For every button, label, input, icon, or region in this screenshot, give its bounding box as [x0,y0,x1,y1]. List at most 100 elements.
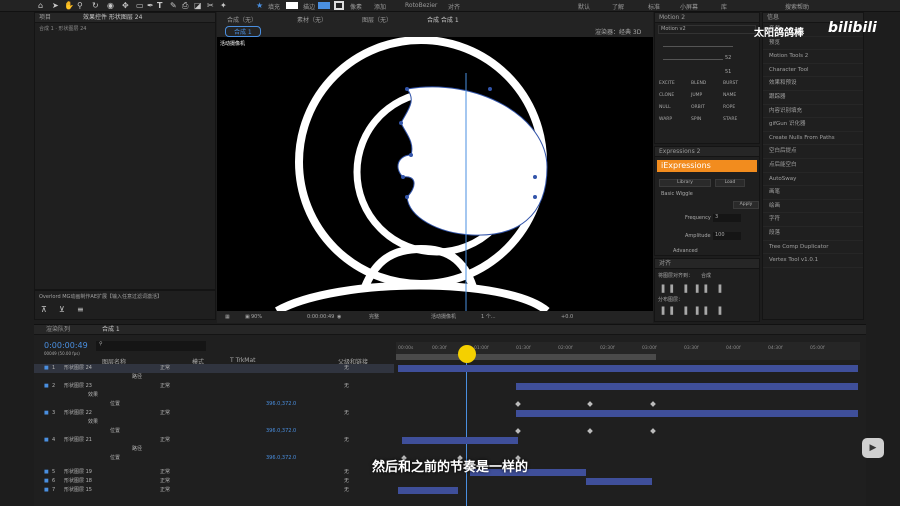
panel-content-aware[interactable]: 内容识别填充 [763,105,863,119]
panel-autosway[interactable]: AutoSway [763,173,863,187]
hand-tool-icon[interactable]: ✋ [64,1,74,10]
layer-bar-2[interactable] [516,383,858,390]
panel-character[interactable]: 字符 [763,213,863,227]
motion-version-select[interactable]: Motion v2 [658,25,756,34]
puppet-tool-icon[interactable]: ✦ [220,1,227,10]
search-help[interactable]: 搜索帮助 [785,2,809,11]
panel-null-button-2[interactable]: 点后能空白 [763,159,863,173]
layer-row-1-path[interactable]: 路径 [34,373,394,382]
tab-library[interactable]: Library [659,179,711,187]
layer-row-2-effects[interactable]: 效果 [34,391,394,400]
viewer-timecode[interactable]: 0:00:00:49 [307,311,334,323]
motion-btn-jump[interactable]: JUMP [691,93,723,98]
layer-row-1[interactable]: ■ 1 形状图层 24 正常无 [34,364,394,373]
motion-btn-burst[interactable]: BURST [723,81,755,86]
align-buttons[interactable]: ▐▌▐▐▌▐ [659,285,727,293]
pen-tool-icon[interactable]: ✒ [147,1,154,10]
panel-paragraph[interactable]: 段落 [763,227,863,241]
pan-tool-icon[interactable]: ✥ [122,1,129,10]
layer-row-3-effects[interactable]: 效果 [34,418,394,427]
star-icon[interactable]: ★ [256,1,263,10]
layer-bar-1[interactable] [398,365,858,372]
views-select[interactable]: 1 个... [481,311,496,323]
motion-value-1[interactable]: 52 [725,55,731,61]
tab-comp-none[interactable]: 合成（无） [227,15,257,24]
snapshot-icon[interactable]: ◉ [337,311,341,323]
layer-bar-6[interactable] [586,478,652,485]
apply-button[interactable]: Apply [733,201,759,209]
fill-swatch[interactable] [286,2,298,9]
motion-slider-1[interactable] [663,46,733,47]
quality-select[interactable]: 完整 [369,311,379,323]
motion-slider-2[interactable] [663,59,723,60]
distribute-buttons[interactable]: ▐▌▐▐▌▐ [659,307,727,315]
playhead-marker[interactable] [458,345,476,363]
align-target-select[interactable]: 合成 [701,272,711,279]
snap-label[interactable]: 对齐 [448,2,460,11]
rotate-tool-icon[interactable]: ↻ [92,1,99,10]
home-icon[interactable]: ⌂ [38,1,43,10]
zoom-select[interactable]: 90% [251,311,262,323]
camera-tool-icon[interactable]: ◉ [107,1,114,10]
text-tool-icon[interactable]: T [157,1,162,10]
timeline-search[interactable]: ⚲ [96,341,206,351]
panel-paint[interactable]: 绘画 [763,200,863,214]
motion-btn-spin[interactable]: SPIN [691,117,723,122]
rotobezier-label[interactable]: RotoBezier [405,2,437,9]
camera-select[interactable]: 活动摄像机 [431,311,456,323]
selection-tool-icon[interactable]: ➤ [52,1,59,10]
overlord-push-icon[interactable]: ⊼ [41,305,47,314]
overlord-pull-icon[interactable]: ⊻ [59,305,65,314]
layer-row-3[interactable]: ■ 3 形状图层 22 正常无 [34,409,394,418]
workspace-library[interactable]: 库 [721,2,727,11]
advanced-label[interactable]: Advanced [673,248,698,254]
layer-bar-3[interactable] [516,410,858,417]
motion-value-2[interactable]: 51 [725,69,731,75]
motion-btn-name[interactable]: NAME [723,93,755,98]
workspace-learn[interactable]: 了解 [612,2,624,11]
tab-comp[interactable]: 合成 合成 1 [427,15,459,24]
roto-tool-icon[interactable]: ✂ [207,1,214,10]
workspace-standard[interactable]: 标准 [648,2,660,11]
frequency-input[interactable]: 3 [713,214,741,222]
stamp-tool-icon[interactable]: ⎙ [182,1,188,11]
layer-row-6[interactable]: ■ 6 形状图层 18 正常无 [34,477,394,486]
panel-brush[interactable]: 画笔 [763,186,863,200]
workspace-default[interactable]: 默认 [578,2,590,11]
tab-project[interactable]: 项目 [39,14,51,21]
motion-btn-warp[interactable]: WARP [659,117,691,129]
panel-character-tool[interactable]: Character Tool [763,64,863,78]
layer-row-4[interactable]: ■ 4 形状图层 21 正常无 [34,436,394,445]
stroke-swatch[interactable] [318,2,330,9]
panel-motion-tools[interactable]: Motion Tools 2 [763,50,863,64]
panel-gifgun[interactable]: gifGun 识化器 [763,118,863,132]
tab-footage[interactable]: 素材（无） [297,15,327,24]
tab-effects[interactable]: 效果控件 形状图层 24 [83,14,142,21]
motion-btn-blend[interactable]: BLEND [691,81,723,86]
layer-row-7[interactable]: ■ 7 形状图层 15 正常无 [34,486,394,495]
panel-null-button-1[interactable]: 空白后提点 [763,145,863,159]
motion-btn-rope[interactable]: ROPE [723,105,755,110]
mask-icon[interactable]: ▣ [245,311,250,323]
motion-btn-clone[interactable]: CLONE [659,93,691,105]
motion-btn-stare[interactable]: STARE [723,117,755,122]
layer-bar-4[interactable] [402,437,518,444]
overlord-menu-icon[interactable]: ≡ [77,305,84,314]
eraser-tool-icon[interactable]: ◪ [194,1,202,10]
layer-row-4-path[interactable]: 路径 [34,445,394,454]
panel-tree-comp[interactable]: Tree Comp Duplicator [763,241,863,255]
tab-timeline-comp[interactable]: 合成 1 [102,326,120,333]
panel-vertex-tool[interactable]: Vertex Tool v1.0.1 [763,254,863,268]
tab-render-queue[interactable]: 渲染队列 [46,326,70,333]
brush-tool-icon[interactable]: ✎ [170,1,177,10]
panel-create-nulls[interactable]: Create Nulls From Paths [763,132,863,146]
layer-row-3-position[interactable]: 位置 396.0,372.0 [34,427,394,436]
motion-btn-null[interactable]: NULL [659,105,691,117]
grid-icon[interactable]: ▦ [225,311,230,323]
panel-effects-presets[interactable]: 效果和预设 [763,77,863,91]
composition-viewer[interactable]: 活动摄像机 [217,36,653,315]
motion-btn-excite[interactable]: EXCITE [659,81,691,93]
stroke-width-swatch[interactable] [334,1,344,10]
timeline-timecode[interactable]: 0:00:00:49 [44,341,88,350]
layer-bar-7[interactable] [398,487,458,494]
